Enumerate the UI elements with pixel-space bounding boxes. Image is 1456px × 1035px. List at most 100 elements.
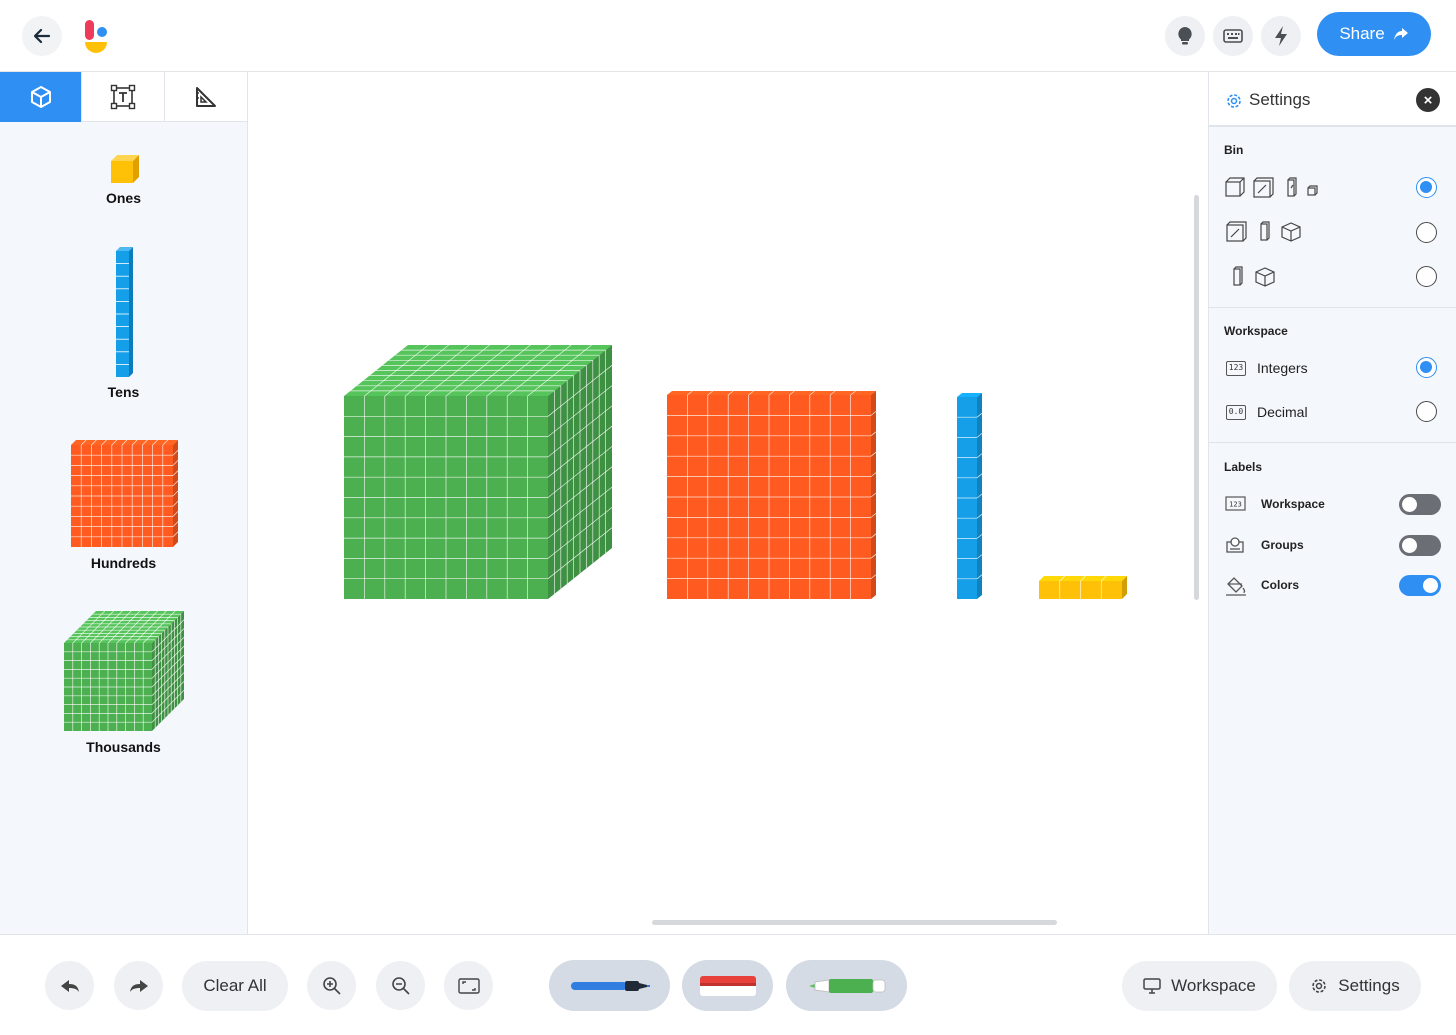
ones-block-icon — [110, 155, 139, 183]
hundred-flat-block[interactable] — [667, 390, 877, 599]
settings-button-label: Settings — [1338, 976, 1400, 995]
settings-title: Settings — [1249, 90, 1311, 109]
undo-icon — [60, 979, 79, 992]
svg-text:123: 123 — [1229, 501, 1242, 509]
bin-label-tens: Tens — [107, 384, 140, 400]
close-settings-button[interactable]: × — [1416, 88, 1440, 112]
highlighter-tool-button[interactable] — [786, 960, 907, 1011]
divider — [1209, 307, 1456, 308]
clear-all-button[interactable]: Clear All — [182, 961, 288, 1011]
vertical-scrollbar[interactable] — [1194, 195, 1199, 600]
settings-button[interactable]: Settings — [1289, 961, 1421, 1011]
decimal-label: Decimal — [1257, 404, 1308, 420]
integers-radio[interactable] — [1416, 357, 1437, 378]
bin-item-hundreds[interactable]: Hundreds — [0, 439, 247, 571]
pen-tool-button[interactable] — [549, 960, 670, 1011]
monitor-icon — [1143, 978, 1161, 994]
redo-button[interactable] — [114, 961, 163, 1010]
groups-toggle[interactable] — [1399, 535, 1441, 556]
ten-rod-block[interactable] — [957, 393, 983, 599]
workspace-label-toggle-label: Workspace — [1261, 497, 1325, 511]
hundred-flat-icon[interactable] — [70, 439, 178, 547]
settings-header: Settings × — [1209, 72, 1456, 127]
text-box-icon — [110, 84, 136, 110]
workspace-label-icon: 123 — [1225, 496, 1246, 511]
bin-option-3-radio[interactable] — [1416, 266, 1437, 287]
close-icon: × — [1423, 91, 1433, 109]
lightning-icon — [1275, 26, 1287, 46]
bin-label-hundreds: Hundreds — [90, 555, 157, 571]
labels-section-title: Labels — [1224, 460, 1263, 474]
colors-toggle-label: Colors — [1261, 578, 1300, 592]
lightbulb-icon — [1178, 27, 1192, 45]
groups-icon — [1226, 537, 1244, 553]
workspace-blocks — [344, 344, 1127, 599]
integers-icon: 123 — [1226, 361, 1246, 376]
divider — [1209, 442, 1456, 443]
hundreds-block-icon — [70, 439, 178, 547]
workspace-label-toggle[interactable] — [1399, 494, 1441, 515]
zoom-out-button[interactable] — [376, 961, 425, 1010]
tab-geometry[interactable] — [165, 72, 247, 122]
back-arrow-icon — [33, 28, 51, 44]
share-arrow-icon — [1393, 28, 1408, 40]
redo-icon — [129, 979, 148, 992]
thousand-cube-block[interactable] — [344, 344, 613, 599]
hint-button[interactable] — [1165, 16, 1205, 56]
fit-screen-button[interactable] — [444, 961, 493, 1010]
keyboard-icon — [1223, 29, 1243, 43]
top-bar: Share — [0, 0, 1456, 72]
undo-button[interactable] — [45, 961, 94, 1010]
zoom-in-button[interactable] — [307, 961, 356, 1010]
app-logo — [85, 20, 107, 53]
paint-bucket-icon — [1226, 577, 1246, 596]
settings-panel: Settings × Bin Workspace 123 Integers 0.… — [1208, 72, 1456, 938]
workspace-section-title: Workspace — [1224, 324, 1288, 338]
bin-option-1-radio[interactable] — [1416, 177, 1437, 198]
share-button[interactable]: Share — [1317, 12, 1431, 56]
horizontal-scrollbar[interactable] — [652, 920, 1057, 925]
gear-icon — [1312, 979, 1327, 993]
bin-option-thousands-hundreds-tens-ones-icon — [1225, 177, 1318, 198]
gear-icon — [1227, 94, 1241, 108]
panel-tabs — [0, 72, 247, 122]
thousand-cube-icon[interactable] — [63, 610, 184, 731]
decimal-radio[interactable] — [1416, 401, 1437, 422]
bin-section-title: Bin — [1224, 143, 1244, 157]
fit-screen-icon — [457, 977, 480, 994]
green-marker-icon — [808, 978, 885, 993]
eraser-tool-button[interactable] — [682, 960, 773, 1011]
workspace-button-label: Workspace — [1171, 976, 1256, 995]
keyboard-button[interactable] — [1213, 16, 1253, 56]
bin-option-hundreds-tens-ones-icon — [1226, 221, 1301, 242]
tab-blocks[interactable] — [0, 72, 83, 122]
blocks-panel: Ones Tens Hundreds Thousands — [0, 72, 248, 934]
clear-all-label: Clear All — [203, 976, 267, 995]
quick-actions-button[interactable] — [1261, 16, 1301, 56]
zoom-out-icon — [391, 976, 410, 995]
bin-label-thousands: Thousands — [86, 739, 161, 755]
share-label: Share — [1339, 24, 1385, 43]
groups-toggle-label: Groups — [1261, 538, 1304, 552]
bin-label-ones: Ones — [105, 190, 141, 206]
bin-option-tens-ones-icon — [1233, 266, 1275, 287]
decimal-icon: 0.0 — [1226, 405, 1246, 420]
back-button[interactable] — [22, 16, 62, 56]
ones-group-block[interactable] — [1039, 575, 1127, 599]
integers-label: Integers — [1257, 360, 1308, 376]
zoom-in-icon — [322, 976, 341, 995]
blue-marker-icon — [570, 980, 650, 991]
tens-block-icon — [115, 247, 133, 377]
bin-item-tens[interactable]: Tens — [0, 246, 247, 400]
eraser-icon — [699, 975, 756, 996]
bin-item-ones[interactable]: Ones — [0, 152, 247, 206]
bin-item-thousands[interactable]: Thousands — [0, 609, 247, 755]
bin-option-2-radio[interactable] — [1416, 222, 1437, 243]
colors-toggle[interactable] — [1399, 575, 1441, 596]
thousands-block-icon — [63, 610, 184, 731]
set-square-icon — [195, 87, 216, 107]
workspace-button[interactable]: Workspace — [1122, 961, 1277, 1011]
tab-text[interactable] — [82, 72, 165, 122]
bottom-toolbar: Clear All Workspace Settings — [0, 934, 1456, 1035]
cube-icon — [30, 86, 51, 108]
